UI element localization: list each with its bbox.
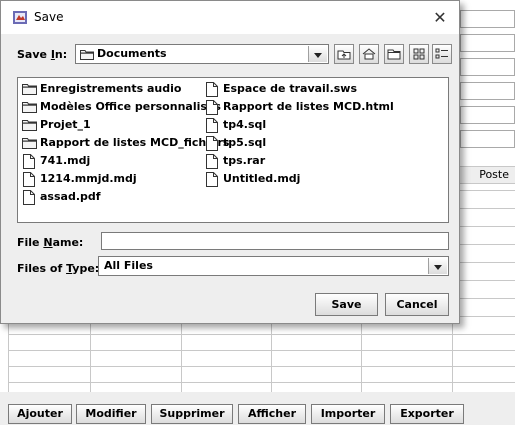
table-cell[interactable] <box>460 10 515 28</box>
grid-line <box>460 244 515 245</box>
grid-line <box>460 298 515 299</box>
column-header-poste[interactable]: Poste <box>460 166 515 184</box>
grid-line <box>460 262 515 263</box>
grid-line <box>8 324 9 392</box>
save-in-value: Documents <box>97 47 167 60</box>
file-name: Rapport de listes MCD_fichiers <box>40 136 230 149</box>
new-folder-icon[interactable] <box>384 44 404 64</box>
file-name: Enregistrements audio <box>40 82 182 95</box>
grid-line <box>361 324 362 392</box>
grid-line <box>460 316 515 317</box>
file-icon <box>206 136 218 151</box>
file-name: 1214.mmjd.mdj <box>40 172 137 185</box>
file-icon <box>206 82 218 97</box>
save-button[interactable]: Save <box>315 293 378 316</box>
save-in-combo[interactable]: Documents <box>75 44 329 64</box>
table-cell[interactable] <box>460 82 515 100</box>
grid-line <box>8 350 515 351</box>
file-name: Rapport de listes MCD.html <box>223 100 394 113</box>
file-icon <box>23 154 35 169</box>
file-name-label: File Name: <box>17 236 84 249</box>
file-name: Projet_1 <box>40 118 91 131</box>
table-cell[interactable] <box>460 106 515 124</box>
file-name: 741.mdj <box>40 154 91 167</box>
file-list[interactable]: Enregistrements audio Modèles Office pers… <box>17 77 449 223</box>
file-icon <box>206 100 218 115</box>
file-name-input[interactable] <box>101 232 449 250</box>
supprimer-button[interactable]: Supprimer <box>151 404 233 424</box>
grid-line <box>452 324 453 392</box>
grid-line <box>8 382 515 383</box>
folder-icon <box>22 138 37 149</box>
grid-line <box>8 334 515 335</box>
folder-icon <box>22 120 37 131</box>
files-of-type-combo[interactable]: All Files <box>98 256 449 276</box>
file-name: assad.pdf <box>40 190 101 203</box>
grid-line <box>460 226 515 227</box>
file-name: tps.rar <box>223 154 266 167</box>
chevron-down-icon[interactable] <box>428 258 447 274</box>
grid-line <box>90 324 91 392</box>
file-icon <box>23 190 35 205</box>
file-name: tp5.sql <box>223 136 267 149</box>
modifier-button[interactable]: Modifier <box>76 404 146 424</box>
file-icon <box>206 154 218 169</box>
close-icon[interactable]: ✕ <box>429 7 451 29</box>
file-name: tp4.sql <box>223 118 267 131</box>
details-view-icon[interactable] <box>432 44 452 64</box>
grid-line <box>271 324 272 392</box>
file-name: Untitled.mdj <box>223 172 301 185</box>
table-cell[interactable] <box>460 58 515 76</box>
list-view-icon[interactable] <box>409 44 429 64</box>
grid-line <box>460 190 515 191</box>
grid-line <box>181 324 182 392</box>
file-icon <box>206 172 218 187</box>
file-icon <box>23 172 35 187</box>
file-name: Espace de travail.sws <box>223 82 358 95</box>
cancel-button[interactable]: Cancel <box>385 293 449 316</box>
dialog-title: Save <box>34 10 64 24</box>
save-in-label: Save In: <box>17 48 68 61</box>
table-cell[interactable] <box>460 130 515 148</box>
folder-icon <box>80 50 94 60</box>
files-of-type-label: Files of Type: <box>17 262 100 275</box>
title-bar[interactable]: Save ✕ <box>1 1 459 34</box>
exporter-button[interactable]: Exporter <box>390 404 464 424</box>
save-dialog: Save ✕ Save In: Documents Enregistrement… <box>0 0 460 324</box>
java-app-icon <box>13 11 27 24</box>
table-cell[interactable] <box>460 34 515 52</box>
folder-icon <box>22 84 37 95</box>
grid-line <box>8 366 515 367</box>
up-one-level-icon[interactable] <box>334 44 354 64</box>
file-icon <box>206 118 218 133</box>
home-icon[interactable] <box>359 44 379 64</box>
ajouter-button[interactable]: Ajouter <box>8 404 72 424</box>
files-of-type-value: All Files <box>104 259 153 272</box>
folder-icon <box>22 102 37 113</box>
grid-line <box>460 208 515 209</box>
grid-line <box>460 280 515 281</box>
chevron-down-icon[interactable] <box>308 46 327 62</box>
afficher-button[interactable]: Afficher <box>238 404 306 424</box>
file-name: Modèles Office personnalisés <box>40 100 221 113</box>
importer-button[interactable]: Importer <box>311 404 385 424</box>
